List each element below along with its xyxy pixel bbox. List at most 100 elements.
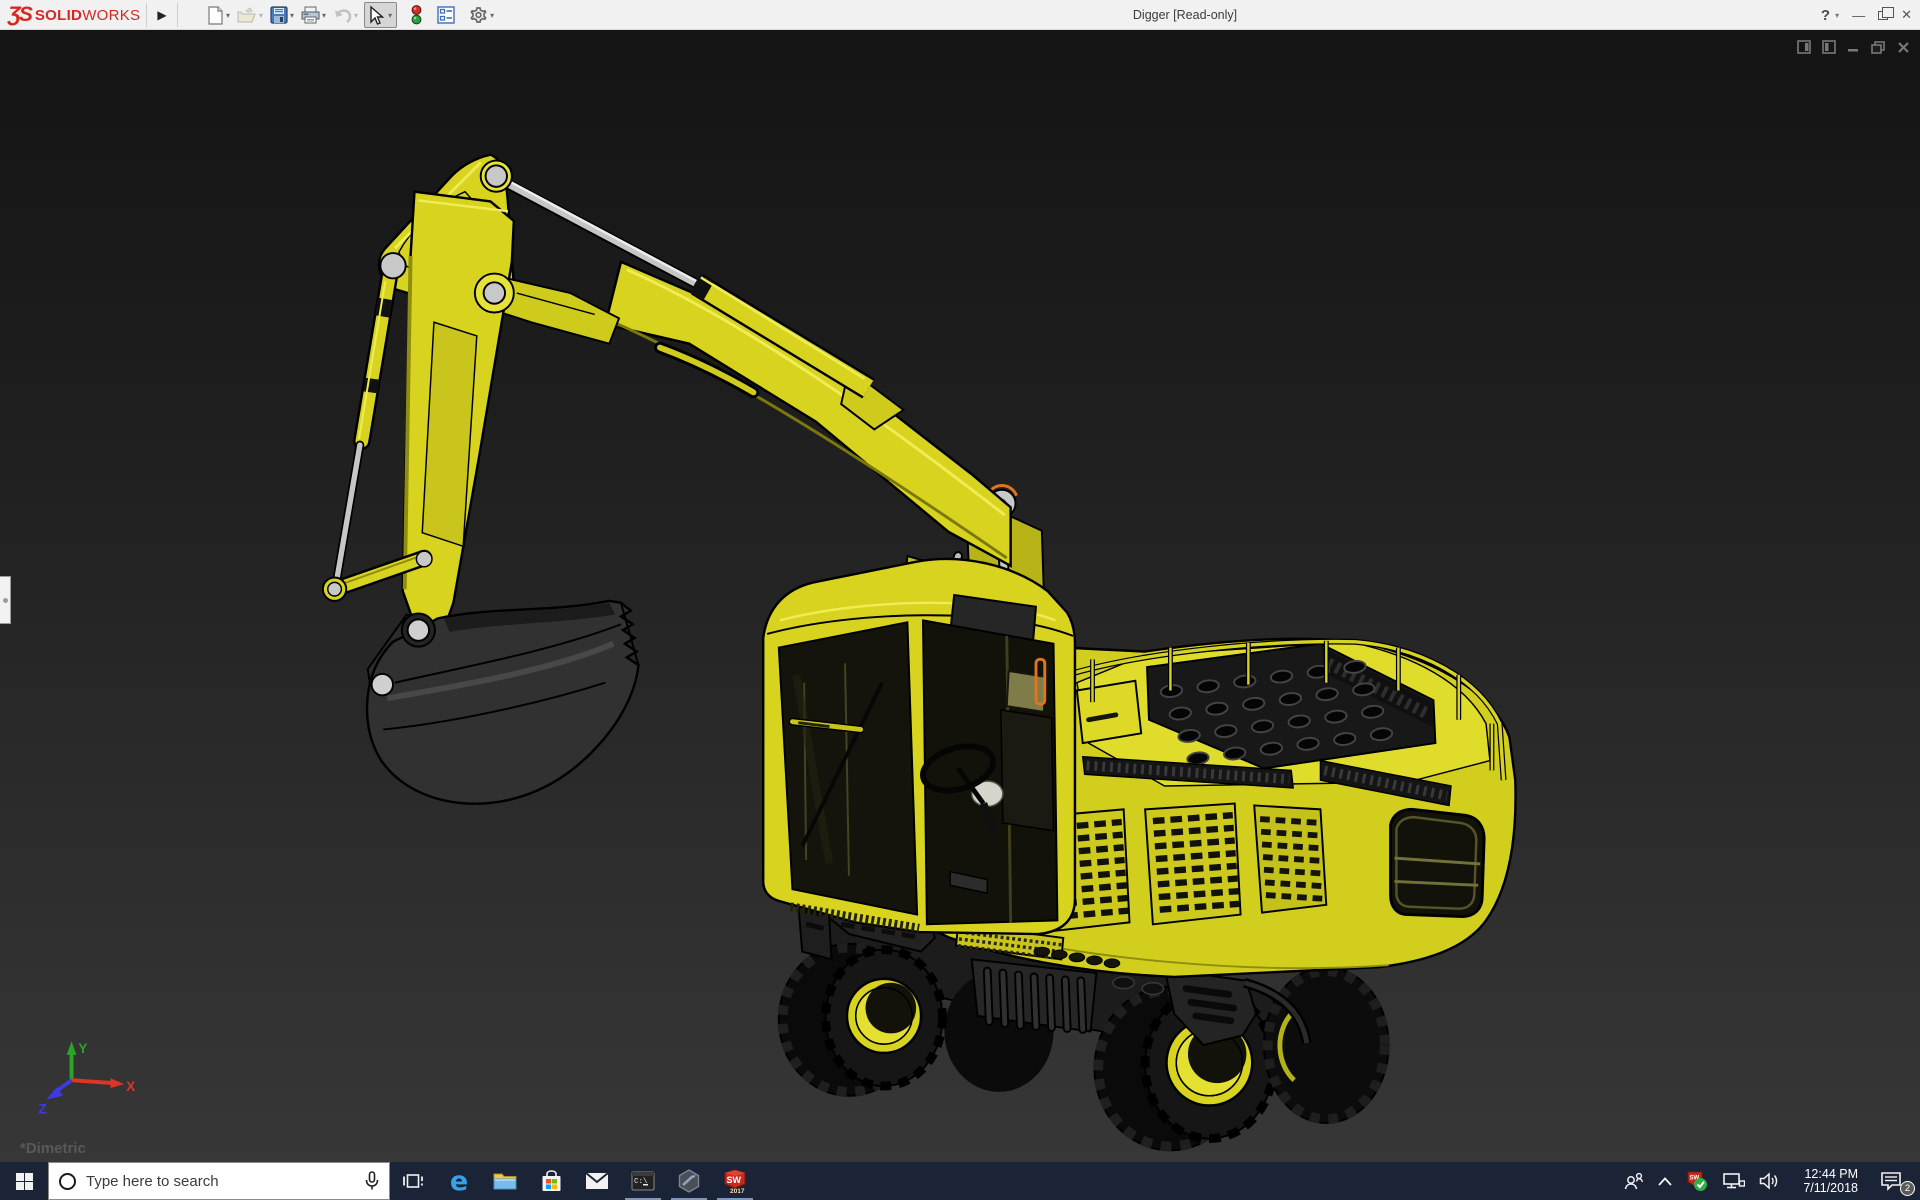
undo-icon [335,8,352,23]
start-button[interactable] [0,1162,48,1200]
people-icon [1625,1172,1644,1190]
chevron-up-icon [1658,1176,1672,1186]
taskbar-app-solidworks-2017[interactable]: SW 2017 [712,1162,758,1200]
minimize-button[interactable]: — [1852,8,1865,23]
search-input[interactable] [86,1172,355,1190]
solidworks-logo: ƷS SOLID WORKS ▶ [8,0,184,30]
doc-close-button[interactable] [1897,41,1910,54]
help-dropdown-caret[interactable]: ▾ [1835,11,1839,20]
windows-logo-icon [15,1172,33,1190]
dropdown-caret[interactable]: ▾ [388,11,392,20]
options-list-button[interactable] [436,2,456,28]
taskbar-app-edge[interactable]: e [436,1162,482,1200]
gear-icon [470,6,487,23]
reference-triad: Y X Z [38,1041,135,1116]
select-tool-button[interactable]: ▾ [364,2,398,28]
new-document-button[interactable]: ▾ [206,2,234,28]
undo-button[interactable]: ▾ [332,2,362,28]
doc-restore-button[interactable] [1871,40,1886,54]
open-icon [237,7,256,23]
separator [176,3,178,27]
tray-time: 12:44 PM [1804,1167,1858,1181]
ds-logo-icon: ƷS [8,3,33,26]
solidworks-2017-icon: SW 2017 [724,1169,746,1194]
close-button[interactable]: ✕ [1901,7,1912,23]
document-title: Digger [Read-only] [1132,8,1238,22]
save-icon [270,6,288,24]
document-window-controls [1797,40,1910,54]
open-button[interactable]: ▾ [236,2,267,28]
sw-shield-check-icon: SW [1687,1171,1708,1191]
new-document-icon [208,5,223,25]
taskbar-app-store[interactable] [528,1162,574,1200]
standard-toolbar: ▾ ▾ ▾ ▾ ▾ ▾ ▾ [206,0,500,30]
edge-icon: e [449,1165,469,1197]
dropdown-caret[interactable]: ▾ [490,11,494,20]
menu-flyout-arrow[interactable]: ▶ [153,6,170,24]
rear-right-wheel [1262,966,1390,1125]
dropdown-caret[interactable]: ▾ [322,11,326,20]
feature-panel-flyout-tab[interactable] [0,576,11,624]
brand-solid: SOLID [34,6,83,24]
traffic-light-icon [411,5,422,25]
dropdown-caret[interactable]: ▾ [226,11,230,20]
front-left-wheel [777,942,947,1097]
windows-taskbar: e C:\ SW 2017 SW [0,1162,1920,1200]
help-button[interactable]: ? [1821,7,1830,24]
people-button[interactable] [1617,1162,1651,1200]
action-center-icon [1881,1172,1901,1191]
pane-toggle-2-icon[interactable] [1822,40,1836,54]
triad-y-label: Y [78,1041,87,1056]
view-orientation-label: *Dimetric [20,1140,86,1157]
cortana-icon [59,1172,76,1190]
task-view-button[interactable] [390,1162,436,1200]
speaker-icon [1760,1172,1778,1190]
settings-button[interactable]: ▾ [468,2,498,28]
sw-year: 2017 [730,1188,745,1194]
pane-toggle-icon[interactable] [1797,40,1811,54]
cab [761,557,1077,936]
clock[interactable]: 12:44 PM 7/11/2018 [1788,1162,1873,1200]
doc-minimize-button[interactable] [1847,41,1860,54]
taskbar-app-command-prompt[interactable]: C:\ [620,1162,666,1200]
taskbar-search[interactable] [48,1162,390,1200]
notification-badge: 2 [1900,1181,1915,1196]
separator [146,3,148,27]
excavator-model[interactable]: Y X Z [0,30,1920,1162]
select-cursor-icon [370,4,385,25]
network-tray[interactable] [1715,1162,1752,1200]
cad-hexagon-icon [678,1169,700,1193]
brand-works: WORKS [82,6,141,24]
sw-letters: SW [727,1175,742,1185]
save-button[interactable]: ▾ [269,2,298,28]
mail-icon [585,1172,609,1189]
restore-button[interactable] [1878,7,1894,20]
system-tray: SW 12:44 PM 7/11/2018 2 [1617,1162,1920,1200]
flyout-dot-icon [2,597,8,603]
store-icon [542,1170,560,1191]
graphics-area[interactable]: Y X Z *Dimetric [0,30,1920,1162]
window-titlebar: ƷS SOLID WORKS ▶ ▾ ▾ ▾ ▾ ▾ ▾ ▾ Digger [R… [0,0,1920,30]
options-list-icon [437,6,455,24]
rebuild-traffic-light-button[interactable] [409,2,424,28]
tray-date: 7/11/2018 [1803,1181,1858,1195]
volume-tray[interactable] [1752,1162,1788,1200]
action-center-button[interactable]: 2 [1873,1162,1916,1200]
solidworks-monitor-tray[interactable]: SW [1679,1162,1715,1200]
taskbar-app-file-explorer[interactable] [482,1162,528,1200]
network-icon [1723,1173,1746,1189]
triad-z-label: Z [38,1101,46,1116]
taskbar-app-cad-hexagon[interactable] [666,1162,712,1200]
triad-x-label: X [126,1079,135,1094]
taskbar-app-mail[interactable] [574,1162,620,1200]
file-explorer-icon [493,1173,517,1190]
dropdown-caret: ▾ [354,10,359,20]
dropdown-caret[interactable]: ▾ [290,11,294,20]
microphone-icon[interactable] [365,1171,379,1191]
dropdown-caret: ▾ [259,10,264,20]
hidden-icons-button[interactable] [1651,1162,1679,1200]
print-button[interactable]: ▾ [300,2,330,28]
print-icon [301,6,320,24]
command-prompt-icon: C:\ [631,1171,655,1191]
task-view-icon [403,1174,423,1188]
